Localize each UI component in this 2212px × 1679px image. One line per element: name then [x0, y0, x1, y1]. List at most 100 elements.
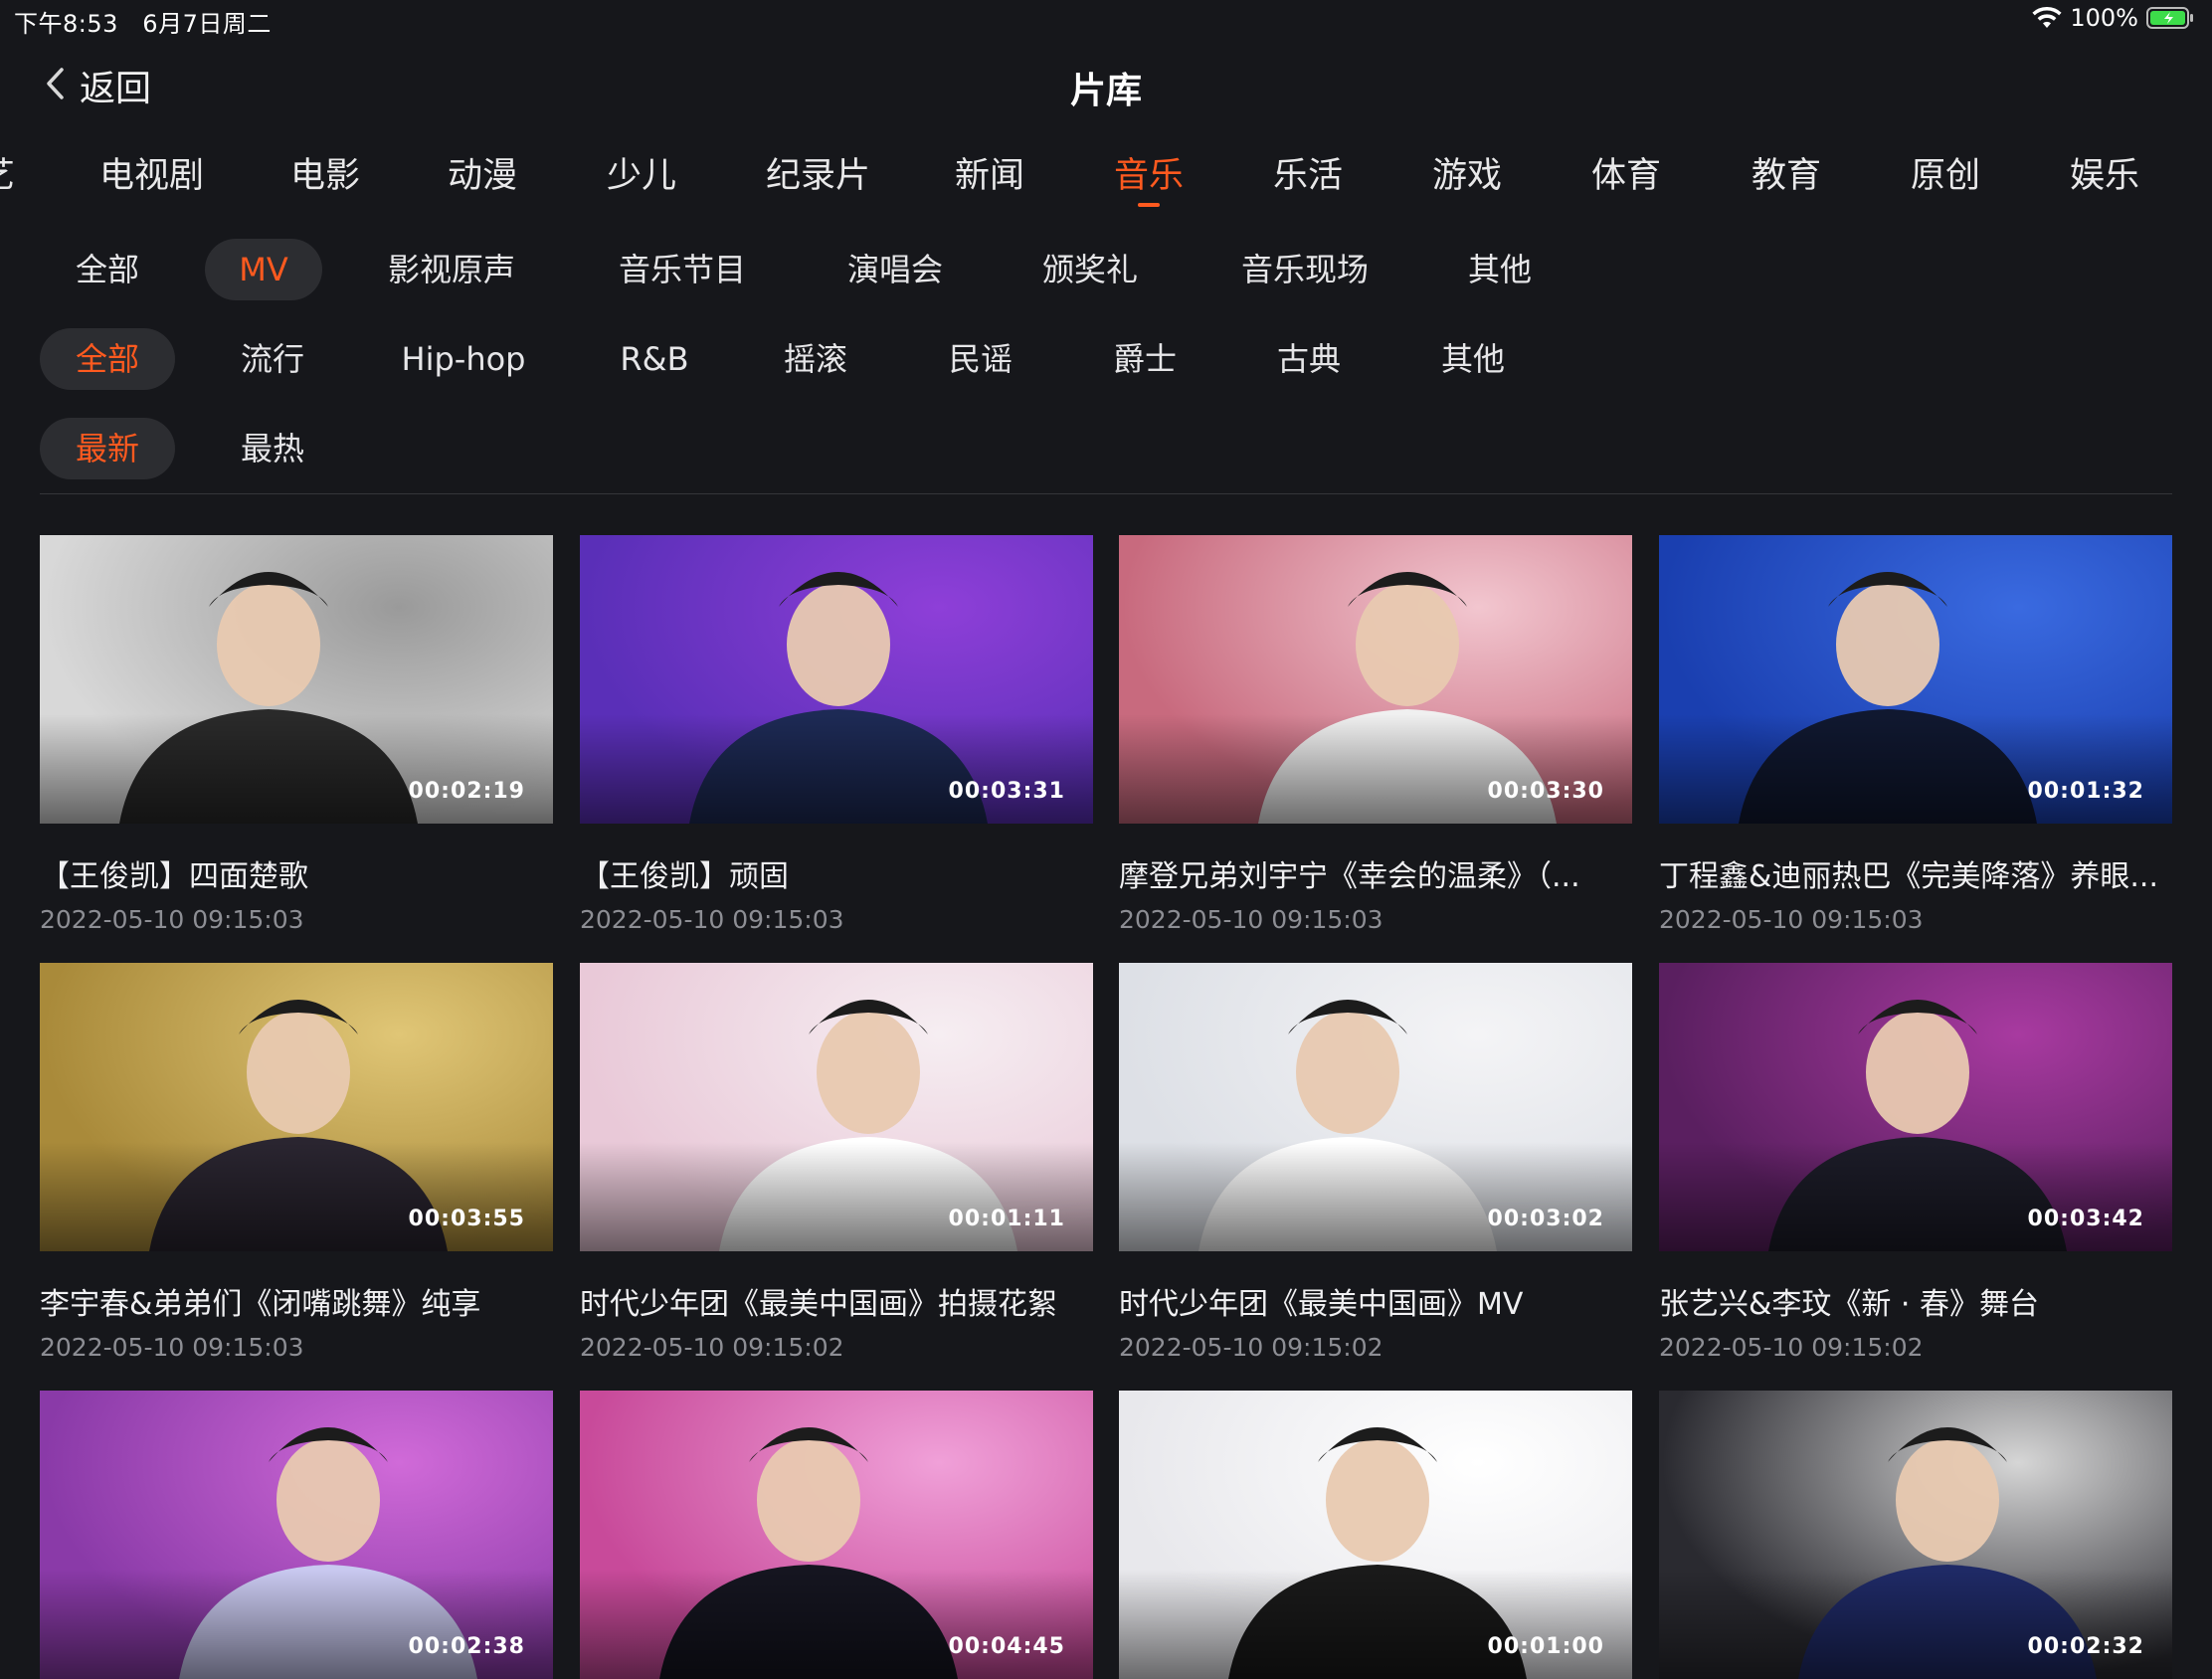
video-title[interactable]: 李宇春&弟弟们《闭嘴跳舞》纯享	[40, 1279, 553, 1323]
filter-genre-classical[interactable]: 古典	[1241, 328, 1377, 390]
video-thumbnail[interactable]: 00:03:30	[1119, 535, 1632, 824]
video-card[interactable]: 00:02:38	[40, 1391, 553, 1679]
status-right: 100%	[2032, 4, 2194, 32]
video-title[interactable]: 时代少年团《最美中国画》MV	[1119, 1279, 1632, 1323]
tab-category-3[interactable]: 动漫	[448, 147, 517, 198]
thumbnail-shade	[580, 714, 1093, 824]
video-card[interactable]: 00:01:32 丁程鑫&迪丽热巴《完美降落》养眼... 2022-05-10 09…	[1659, 535, 2172, 934]
thumbnail-shade	[580, 1570, 1093, 1679]
tab-category-13[interactable]: 娱乐	[2070, 147, 2139, 198]
tab-category-10[interactable]: 体育	[1591, 147, 1661, 198]
thumbnail-shade	[40, 714, 553, 824]
video-card[interactable]: 00:01:00	[1119, 1391, 1632, 1679]
thumbnail-shade	[1659, 1142, 2172, 1251]
video-duration: 00:02:19	[408, 779, 525, 804]
video-duration: 00:04:45	[948, 1634, 1065, 1659]
battery-percent: 100%	[2070, 4, 2138, 32]
tab-category-12[interactable]: 原创	[1911, 147, 1980, 198]
video-thumbnail[interactable]: 00:03:55	[40, 963, 553, 1251]
battery-icon	[2146, 6, 2194, 30]
sort-newest[interactable]: 最新	[40, 418, 175, 479]
filter-type-concert[interactable]: 演唱会	[826, 239, 965, 300]
tab-category-0[interactable]: 艺	[0, 147, 15, 198]
filter-genre-hiphop[interactable]: Hip-hop	[384, 328, 543, 390]
filter-type-awards[interactable]: 颁奖礼	[1020, 239, 1160, 300]
video-title[interactable]: 摩登兄弟刘宇宁《幸会的温柔》（...	[1119, 851, 1632, 895]
video-thumbnail[interactable]: 00:02:38	[40, 1391, 553, 1679]
video-card[interactable]: 00:03:31 【王俊凯】顽固 2022-05-10 09:15:03	[580, 535, 1093, 934]
video-date: 2022-05-10 09:15:03	[1659, 905, 1924, 934]
video-card[interactable]: 00:02:19 【王俊凯】四面楚歌 2022-05-10 09:15:03	[40, 535, 553, 934]
video-card[interactable]: 00:03:55 李宇春&弟弟们《闭嘴跳舞》纯享 2022-05-10 09:15:…	[40, 963, 553, 1362]
sort-hottest[interactable]: 最热	[205, 418, 340, 479]
video-title[interactable]: 张艺兴&李玟《新 · 春》舞台	[1659, 1279, 2172, 1323]
video-duration: 00:01:32	[2027, 779, 2144, 804]
video-duration: 00:03:55	[408, 1207, 525, 1231]
video-card[interactable]: 00:03:30 摩登兄弟刘宇宁《幸会的温柔》（... 2022-05-10 09:…	[1119, 535, 1632, 934]
video-thumbnail[interactable]: 00:01:00	[1119, 1391, 1632, 1679]
filter-type-all[interactable]: 全部	[40, 239, 175, 300]
video-date: 2022-05-10 09:15:02	[580, 1333, 844, 1362]
tab-category-2[interactable]: 电影	[290, 147, 360, 198]
video-card[interactable]: 00:02:32	[1659, 1391, 2172, 1679]
video-thumbnail[interactable]: 00:01:11	[580, 963, 1093, 1251]
status-time-date: 下午8:53 6月7日周二	[14, 10, 272, 38]
video-thumbnail[interactable]: 00:02:19	[40, 535, 553, 824]
video-title[interactable]: 【王俊凯】顽固	[580, 851, 1093, 895]
video-thumbnail[interactable]: 00:03:42	[1659, 963, 2172, 1251]
tab-category-1[interactable]: 电视剧	[99, 147, 204, 198]
video-duration: 00:03:02	[1487, 1207, 1604, 1231]
thumbnail-shade	[40, 1142, 553, 1251]
wifi-icon	[2032, 6, 2062, 30]
filter-type-live[interactable]: 音乐现场	[1225, 239, 1384, 300]
video-duration: 00:03:42	[2027, 1207, 2144, 1231]
video-thumbnail[interactable]: 00:02:32	[1659, 1391, 2172, 1679]
video-duration: 00:02:38	[408, 1634, 525, 1659]
filter-genre-rock[interactable]: 摇滚	[748, 328, 883, 390]
tab-category-11[interactable]: 教育	[1751, 147, 1821, 198]
filter-genre-pop[interactable]: 流行	[205, 328, 340, 390]
video-thumbnail[interactable]: 00:04:45	[580, 1391, 1093, 1679]
tab-category-8[interactable]: 乐活	[1273, 147, 1343, 198]
thumbnail-shade	[1659, 714, 2172, 824]
video-duration: 00:03:30	[1487, 779, 1604, 804]
video-date: 2022-05-10 09:15:03	[580, 905, 844, 934]
filter-type-soundtrack[interactable]: 影视原声	[372, 239, 531, 300]
filter-genre-jazz[interactable]: 爵士	[1077, 328, 1212, 390]
video-date: 2022-05-10 09:15:02	[1119, 1333, 1383, 1362]
filter-genre-folk[interactable]: 民谣	[913, 328, 1048, 390]
tab-category-4[interactable]: 少儿	[607, 147, 676, 198]
filter-type-other[interactable]: 其他	[1432, 239, 1567, 300]
tab-category-9[interactable]: 游戏	[1432, 147, 1502, 198]
video-thumbnail[interactable]: 00:03:02	[1119, 963, 1632, 1251]
page-title: 片库	[1069, 71, 1142, 111]
video-date: 2022-05-10 09:15:02	[1659, 1333, 1924, 1362]
filter-type-mv[interactable]: MV	[205, 239, 322, 300]
video-title[interactable]: 【王俊凯】四面楚歌	[40, 851, 553, 895]
tab-category-5[interactable]: 纪录片	[766, 147, 870, 198]
video-duration: 00:01:00	[1487, 1634, 1604, 1659]
tab-category-6[interactable]: 新闻	[955, 147, 1024, 198]
video-thumbnail[interactable]: 00:01:32	[1659, 535, 2172, 824]
tab-category-music[interactable]: 音乐	[1114, 147, 1184, 207]
filter-genre-other[interactable]: 其他	[1405, 328, 1541, 390]
video-thumbnail[interactable]: 00:03:31	[580, 535, 1093, 824]
divider	[40, 493, 2172, 494]
video-date: 2022-05-10 09:15:03	[40, 905, 304, 934]
filter-type-music-show[interactable]: 音乐节目	[603, 239, 762, 300]
thumbnail-shade	[1659, 1570, 2172, 1679]
thumbnail-shade	[1119, 1142, 1632, 1251]
filter-genre-rnb[interactable]: R&B	[587, 328, 722, 390]
filter-genre-all[interactable]: 全部	[40, 328, 175, 390]
video-date: 2022-05-10 09:15:03	[1119, 905, 1383, 934]
video-duration: 00:03:31	[948, 779, 1065, 804]
video-card[interactable]: 00:03:42 张艺兴&李玟《新 · 春》舞台 2022-05-10 09:15:…	[1659, 963, 2172, 1362]
thumbnail-shade	[1119, 714, 1632, 824]
video-title[interactable]: 丁程鑫&迪丽热巴《完美降落》养眼...	[1659, 851, 2172, 895]
video-duration: 00:02:32	[2027, 1634, 2144, 1659]
video-card[interactable]: 00:01:11 时代少年团《最美中国画》拍摄花絮 2022-05-10 09:15…	[580, 963, 1093, 1362]
video-card[interactable]: 00:04:45	[580, 1391, 1093, 1679]
video-title[interactable]: 时代少年团《最美中国画》拍摄花絮	[580, 1279, 1093, 1323]
thumbnail-shade	[1119, 1570, 1632, 1679]
video-card[interactable]: 00:03:02 时代少年团《最美中国画》MV 2022-05-10 09:15:0…	[1119, 963, 1632, 1362]
